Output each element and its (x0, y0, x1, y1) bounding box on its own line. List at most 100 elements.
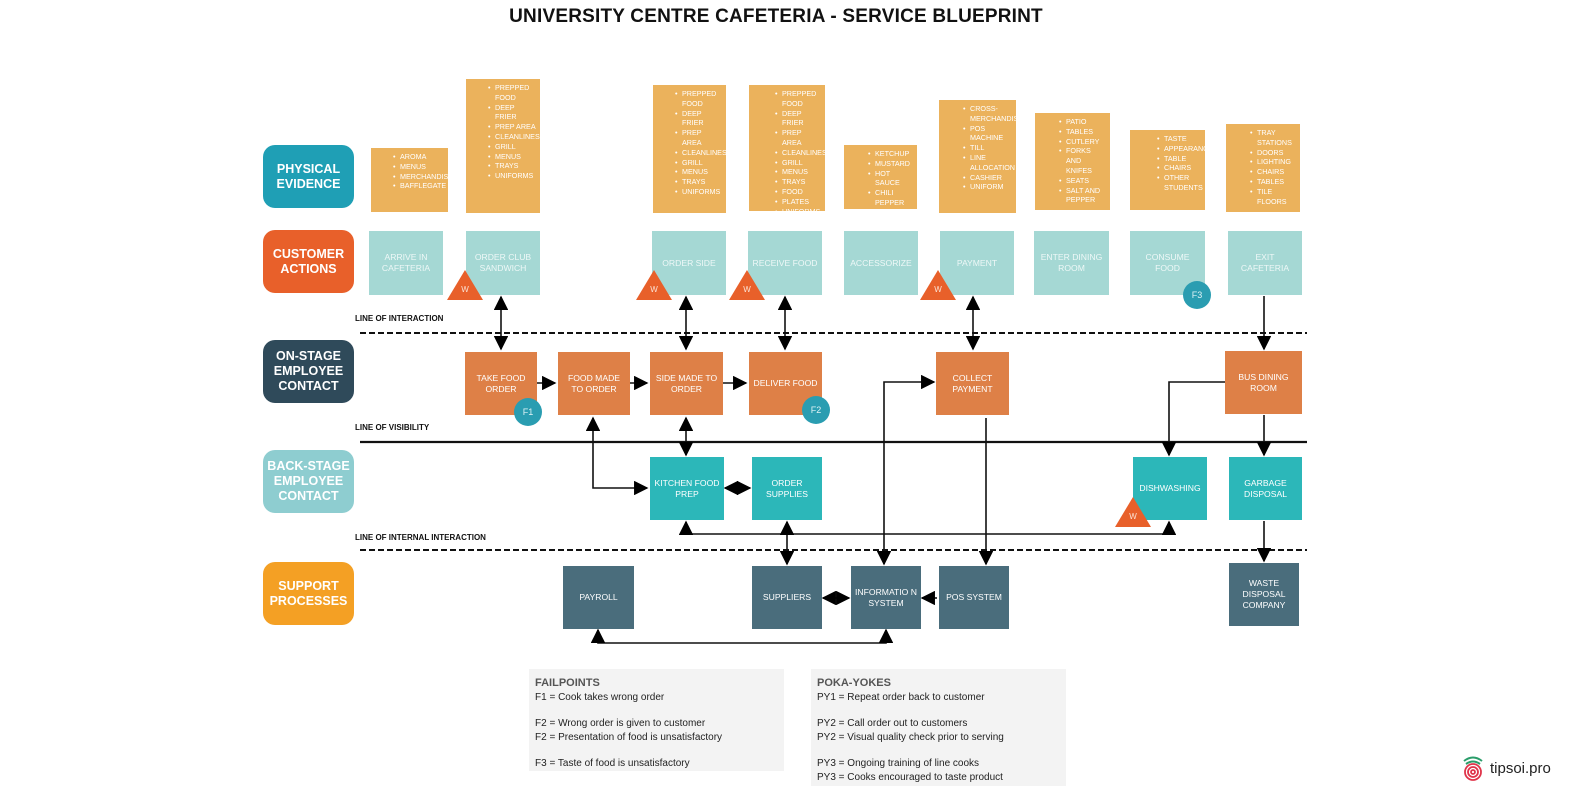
evidence-item: PREP AREA (488, 122, 536, 132)
poka-yoke-item: PY2 = Call order out to customers (817, 718, 968, 729)
evidence-box: TRAY STATIONSDOORSLIGHTINGCHAIRSTABLESTI… (1226, 124, 1300, 212)
evidence-item: MENUS (675, 167, 722, 177)
brand-text: tipsoi.pro (1490, 759, 1551, 777)
evidence-item: PREPPED FOOD (775, 89, 821, 109)
evidence-item: TABLE (1157, 154, 1201, 164)
evidence-item: CASHIER (963, 173, 1012, 183)
customer-action-accessorize[interactable]: ACCESSORIZE (844, 231, 918, 295)
lane-backstage-employee-contact: BACK-STAGE EMPLOYEE CONTACT (263, 450, 354, 513)
lane-physical-evidence: PHYSICAL EVIDENCE (263, 145, 354, 208)
poka-yokes-title: POKA-YOKES (817, 677, 891, 689)
evidence-box: KETCHUPMUSTARDHOT SAUCECHILI PEPPER (844, 145, 917, 209)
evidence-item: PREP AREA (775, 128, 821, 148)
evidence-item: TILE FLOORS (1250, 187, 1296, 207)
evidence-item: PLATES (775, 197, 821, 207)
failpoint-item: F3 = Taste of food is unsatisfactory (535, 758, 690, 769)
support-pos-system[interactable]: POS SYSTEM (939, 566, 1009, 629)
evidence-item: PREPPED FOOD (488, 83, 536, 103)
evidence-item: DEEP FRIER (675, 109, 722, 129)
lane-support-processes: SUPPORT PROCESSES (263, 562, 354, 625)
evidence-item: GRILL (775, 158, 821, 168)
brand-watermark[interactable]: tipsoi.pro (1462, 755, 1551, 781)
failpoints-legend: FAILPOINTS F1 = Cook takes wrong order F… (529, 669, 784, 771)
evidence-box: PREPPED FOODDEEP FRIERPREP AREACLEANLINE… (653, 85, 732, 213)
evidence-item: LIGHTING (1250, 157, 1296, 167)
customer-action-arrive[interactable]: ARRIVE IN CAFETERIA (369, 231, 443, 295)
evidence-item: TRAYS (488, 161, 536, 171)
arrow-foodmade-kitchen (585, 416, 649, 496)
onstage-side-made-to-order[interactable]: SIDE MADE TO ORDER (650, 352, 723, 415)
evidence-item: KETCHUP (868, 149, 913, 159)
label-line-of-visibility: LINE OF VISIBILITY (355, 423, 430, 432)
lane-customer-actions: CUSTOMER ACTIONS (263, 230, 354, 293)
evidence-item: PREP AREA (675, 128, 722, 148)
evidence-box: TASTEAPPEARANCETABLECHAIRSOTHER STUDENTS (1130, 130, 1213, 210)
poka-yoke-item: PY3 = Cooks encouraged to taste product (817, 771, 1003, 783)
evidence-item: CHILI PEPPER (868, 188, 913, 208)
failpoint-item: F1 = Cook takes wrong order (535, 691, 665, 703)
poka-yokes-legend: POKA-YOKES PY1 = Repeat order back to cu… (811, 669, 1066, 786)
customer-action-exit-cafeteria[interactable]: EXIT CAFETERIA (1228, 231, 1302, 295)
evidence-item: DOORS (1250, 148, 1296, 158)
support-information-system[interactable]: INFORMATIO N SYSTEM (851, 566, 921, 629)
evidence-item: TRAYS (675, 177, 722, 187)
arrow-kitchen-dishwashing (678, 520, 1177, 535)
evidence-item: MENUS (775, 167, 821, 177)
support-waste-disposal-company[interactable]: WASTE DISPOSAL COMPANY (1229, 563, 1299, 626)
onstage-food-made-to-order[interactable]: FOOD MADE TO ORDER (558, 352, 630, 415)
wait-marker: W (920, 270, 956, 300)
customer-action-enter-dining-room[interactable]: ENTER DINING ROOM (1034, 231, 1109, 295)
arrow-info-collect (876, 374, 936, 566)
evidence-item: DEEP FRIER (488, 103, 536, 123)
arrow-payroll-info (590, 628, 894, 644)
evidence-item: TILL (963, 143, 1012, 153)
poka-yoke-item: PY3 = Ongoing training of line cooks (817, 758, 980, 769)
wait-marker: W (1115, 497, 1151, 527)
evidence-item: UNIFORMS (775, 207, 821, 217)
evidence-item: TABLES (1059, 127, 1106, 137)
evidence-item: MERCHANDISE (393, 172, 453, 182)
backstage-order-supplies[interactable]: ORDER SUPPLIES (752, 457, 822, 520)
lane-onstage-employee-contact: ON-STAGE EMPLOYEE CONTACT (263, 340, 354, 403)
evidence-item: CLEANLINESS (488, 132, 545, 142)
evidence-item: UNIFORMS (488, 171, 536, 181)
wait-marker: W (447, 270, 483, 300)
wait-marker: W (636, 270, 672, 300)
evidence-item: SEATS (1059, 176, 1106, 186)
label-line-of-internal-interaction: LINE OF INTERNAL INTERACTION (355, 533, 486, 542)
support-suppliers[interactable]: SUPPLIERS (752, 566, 822, 629)
backstage-kitchen-food-prep[interactable]: KITCHEN FOOD PREP (650, 457, 724, 520)
evidence-item: HOT SAUCE (868, 169, 913, 189)
evidence-item: TRAYS (775, 177, 821, 187)
backstage-garbage-disposal[interactable]: GARBAGE DISPOSAL (1229, 457, 1302, 520)
poka-yoke-item: PY2 = Visual quality check prior to serv… (817, 731, 1004, 743)
evidence-item: UNIFORM (963, 182, 1012, 192)
evidence-item: PATIO (1059, 117, 1106, 127)
evidence-item: LINE ALLOCATION (963, 153, 1015, 173)
evidence-item: GRILL (488, 142, 536, 152)
failpoint-f3: F3 (1183, 281, 1211, 309)
evidence-item: CLEANLINESS (675, 148, 732, 158)
evidence-box: PREPPED FOODDEEP FRIERPREP AREACLEANLINE… (466, 79, 545, 213)
evidence-box: PREPPED FOODDEEP FRIERPREP AREACLEANLINE… (749, 85, 832, 216)
failpoint-f2: F2 (802, 396, 830, 424)
evidence-item: GRILL (675, 158, 722, 168)
evidence-item: CROSS-MERCHANDISE (963, 104, 1023, 124)
evidence-item: CHAIRS (1250, 167, 1296, 177)
evidence-item: CLEANLINESS (775, 148, 832, 158)
failpoints-title: FAILPOINTS (535, 677, 600, 689)
evidence-item: TABLES (1250, 177, 1296, 187)
evidence-item: FORKS AND KNIFES (1059, 146, 1106, 175)
evidence-item: POS MACHINE (963, 124, 1012, 144)
evidence-box: AROMAMENUSMERCHANDISEBAFFLEGATE (371, 148, 453, 212)
onstage-bus-dining-room[interactable]: BUS DINING ROOM (1225, 351, 1302, 414)
evidence-item: APPEARANCE (1157, 144, 1213, 154)
evidence-item: OTHER STUDENTS (1157, 173, 1203, 193)
fingerprint-icon (1463, 756, 1483, 781)
support-payroll[interactable]: PAYROLL (563, 566, 634, 629)
poka-yoke-item: PY1 = Repeat order back to customer (817, 691, 985, 703)
onstage-collect-payment[interactable]: COLLECT PAYMENT (936, 352, 1009, 415)
label-line-of-interaction: LINE OF INTERACTION (355, 314, 444, 323)
evidence-item: DEEP FRIER (775, 109, 821, 129)
evidence-item: MUSTARD (868, 159, 913, 169)
